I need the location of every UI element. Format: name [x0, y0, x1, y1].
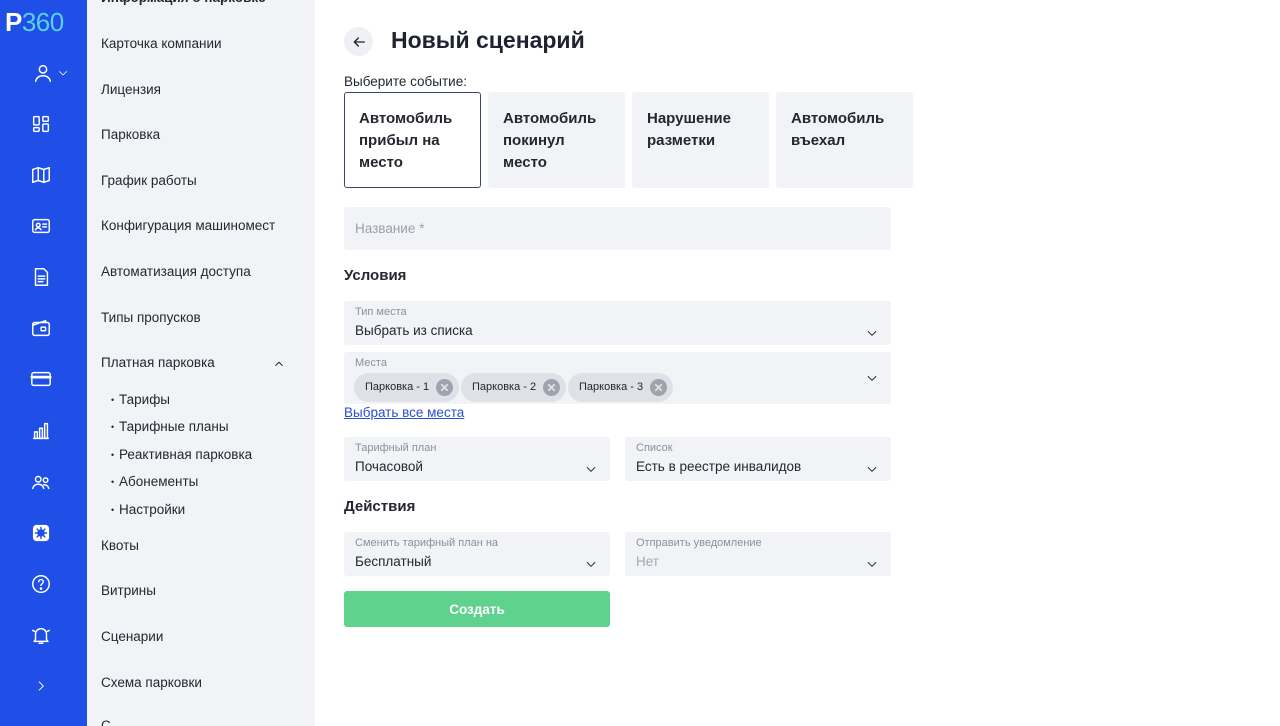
- subnav-item-spaces-config[interactable]: Конфигурация машиномест: [101, 216, 275, 236]
- subnav-item-parking[interactable]: Парковка: [101, 125, 160, 145]
- place-chip-label: Парковка - 1: [365, 381, 430, 393]
- event-card-marking-violation[interactable]: Нарушение разметки: [632, 92, 769, 188]
- chevron-up-icon[interactable]: [272, 357, 286, 371]
- event-label: Выберите событие:: [344, 74, 467, 89]
- page-title: Новый сценарий: [391, 27, 585, 53]
- chevron-down-icon: [584, 557, 598, 571]
- arrow-left-icon: [353, 36, 365, 47]
- map-icon[interactable]: [28, 162, 54, 188]
- place-chip: Парковка - 3: [568, 373, 674, 402]
- chevron-down-icon: [584, 462, 598, 476]
- subnav-item-parking-info[interactable]: Информация о парковке: [101, 0, 266, 8]
- tariff-plan-value: Почасовой: [355, 459, 423, 474]
- id-card-icon[interactable]: [28, 213, 54, 239]
- subnav-sub-settings[interactable]: Настройки: [111, 501, 185, 519]
- subnav-item-schedule[interactable]: График работы: [101, 171, 197, 191]
- notify-value: Нет: [636, 554, 659, 569]
- name-field: [344, 207, 891, 250]
- name-input[interactable]: [344, 207, 891, 250]
- help-icon[interactable]: [28, 571, 54, 597]
- dashboard-icon[interactable]: [28, 111, 54, 137]
- subnav-item-partial[interactable]: С: [101, 716, 111, 726]
- chevron-down-icon: [865, 462, 879, 476]
- chevron-right-icon[interactable]: [28, 673, 54, 699]
- place-chip: Парковка - 2: [461, 373, 567, 402]
- tariff-plan-label: Тарифный план: [355, 442, 437, 454]
- subnav-item-parking-scheme[interactable]: Схема парковки: [101, 673, 202, 693]
- subnav-item-company-card[interactable]: Карточка компании: [101, 34, 222, 54]
- credit-card-icon[interactable]: [28, 366, 54, 392]
- change-plan-select[interactable]: Сменить тарифный план на Бесплатный: [344, 532, 610, 576]
- subnav-sub-tariff-plans[interactable]: Тарифные планы: [111, 418, 229, 436]
- users-icon[interactable]: [28, 469, 54, 495]
- place-chip-label: Парковка - 2: [472, 381, 537, 393]
- user-icon: [34, 64, 51, 82]
- back-button[interactable]: [344, 27, 373, 56]
- settings-subnav: Информация о парковке Карточка компании …: [87, 0, 315, 726]
- place-type-value: Выбрать из списка: [355, 323, 473, 338]
- subnav-item-scenarios[interactable]: Сценарии: [101, 627, 163, 647]
- bar-chart-icon[interactable]: [28, 418, 54, 444]
- remove-chip-icon[interactable]: [650, 379, 668, 396]
- remove-chip-icon[interactable]: [543, 379, 561, 396]
- subnav-sub-tariffs[interactable]: Тарифы: [111, 391, 170, 409]
- chevron-down-icon: [865, 557, 879, 571]
- logo-number: 360: [21, 7, 64, 37]
- subnav-item-access-automation[interactable]: Автоматизация доступа: [101, 262, 251, 282]
- list-label: Список: [636, 442, 673, 454]
- place-chip-label: Парковка - 3: [579, 381, 644, 393]
- chevron-down-icon: [865, 371, 879, 385]
- remove-chip-icon[interactable]: [436, 379, 454, 396]
- place-type-select[interactable]: Тип места Выбрать из списка: [344, 301, 891, 345]
- select-all-places-link[interactable]: Выбрать все места: [344, 405, 464, 420]
- left-rail: P360: [0, 0, 87, 726]
- create-button[interactable]: Создать: [344, 591, 610, 627]
- list-select[interactable]: Список Есть в реестре инвалидов: [625, 437, 891, 481]
- places-label: Места: [355, 357, 387, 369]
- subnav-item-pass-types[interactable]: Типы пропусков: [101, 308, 201, 328]
- chevron-down-icon: [865, 326, 879, 340]
- logo-letter: P: [5, 7, 22, 37]
- notify-select[interactable]: Отправить уведомление Нет: [625, 532, 891, 576]
- chevron-down-icon: [58, 71, 67, 76]
- event-card-left[interactable]: Автомобиль покинул место: [488, 92, 625, 188]
- subnav-sub-subscriptions[interactable]: Абонементы: [111, 473, 198, 491]
- settings-icon[interactable]: [28, 520, 54, 546]
- user-menu-button[interactable]: [30, 60, 70, 86]
- subnav-item-quotas[interactable]: Квоты: [101, 536, 139, 556]
- subnav-sub-reactive-parking[interactable]: Реактивная парковка: [111, 446, 252, 464]
- subnav-item-paid-parking[interactable]: Платная парковка: [101, 353, 215, 373]
- subnav-item-showcases[interactable]: Витрины: [101, 581, 156, 601]
- subnav-item-license[interactable]: Лицензия: [101, 80, 161, 100]
- actions-title: Действия: [344, 498, 416, 515]
- list-value: Есть в реестре инвалидов: [636, 459, 802, 474]
- place-chip: Парковка - 1: [354, 373, 460, 402]
- document-icon[interactable]: [28, 264, 54, 290]
- tariff-plan-select[interactable]: Тарифный план Почасовой: [344, 437, 610, 481]
- notify-label: Отправить уведомление: [636, 537, 762, 549]
- change-plan-value: Бесплатный: [355, 554, 432, 569]
- wallet-icon[interactable]: [28, 315, 54, 341]
- place-type-label: Тип места: [355, 306, 407, 318]
- event-card-entered[interactable]: Автомобиль въехал: [776, 92, 913, 188]
- bell-alert-icon[interactable]: [28, 622, 54, 648]
- change-plan-label: Сменить тарифный план на: [355, 537, 499, 549]
- logo: P360: [5, 8, 64, 36]
- conditions-title: Условия: [344, 267, 407, 284]
- event-card-arrived[interactable]: Автомобиль прибыл на место: [344, 92, 481, 188]
